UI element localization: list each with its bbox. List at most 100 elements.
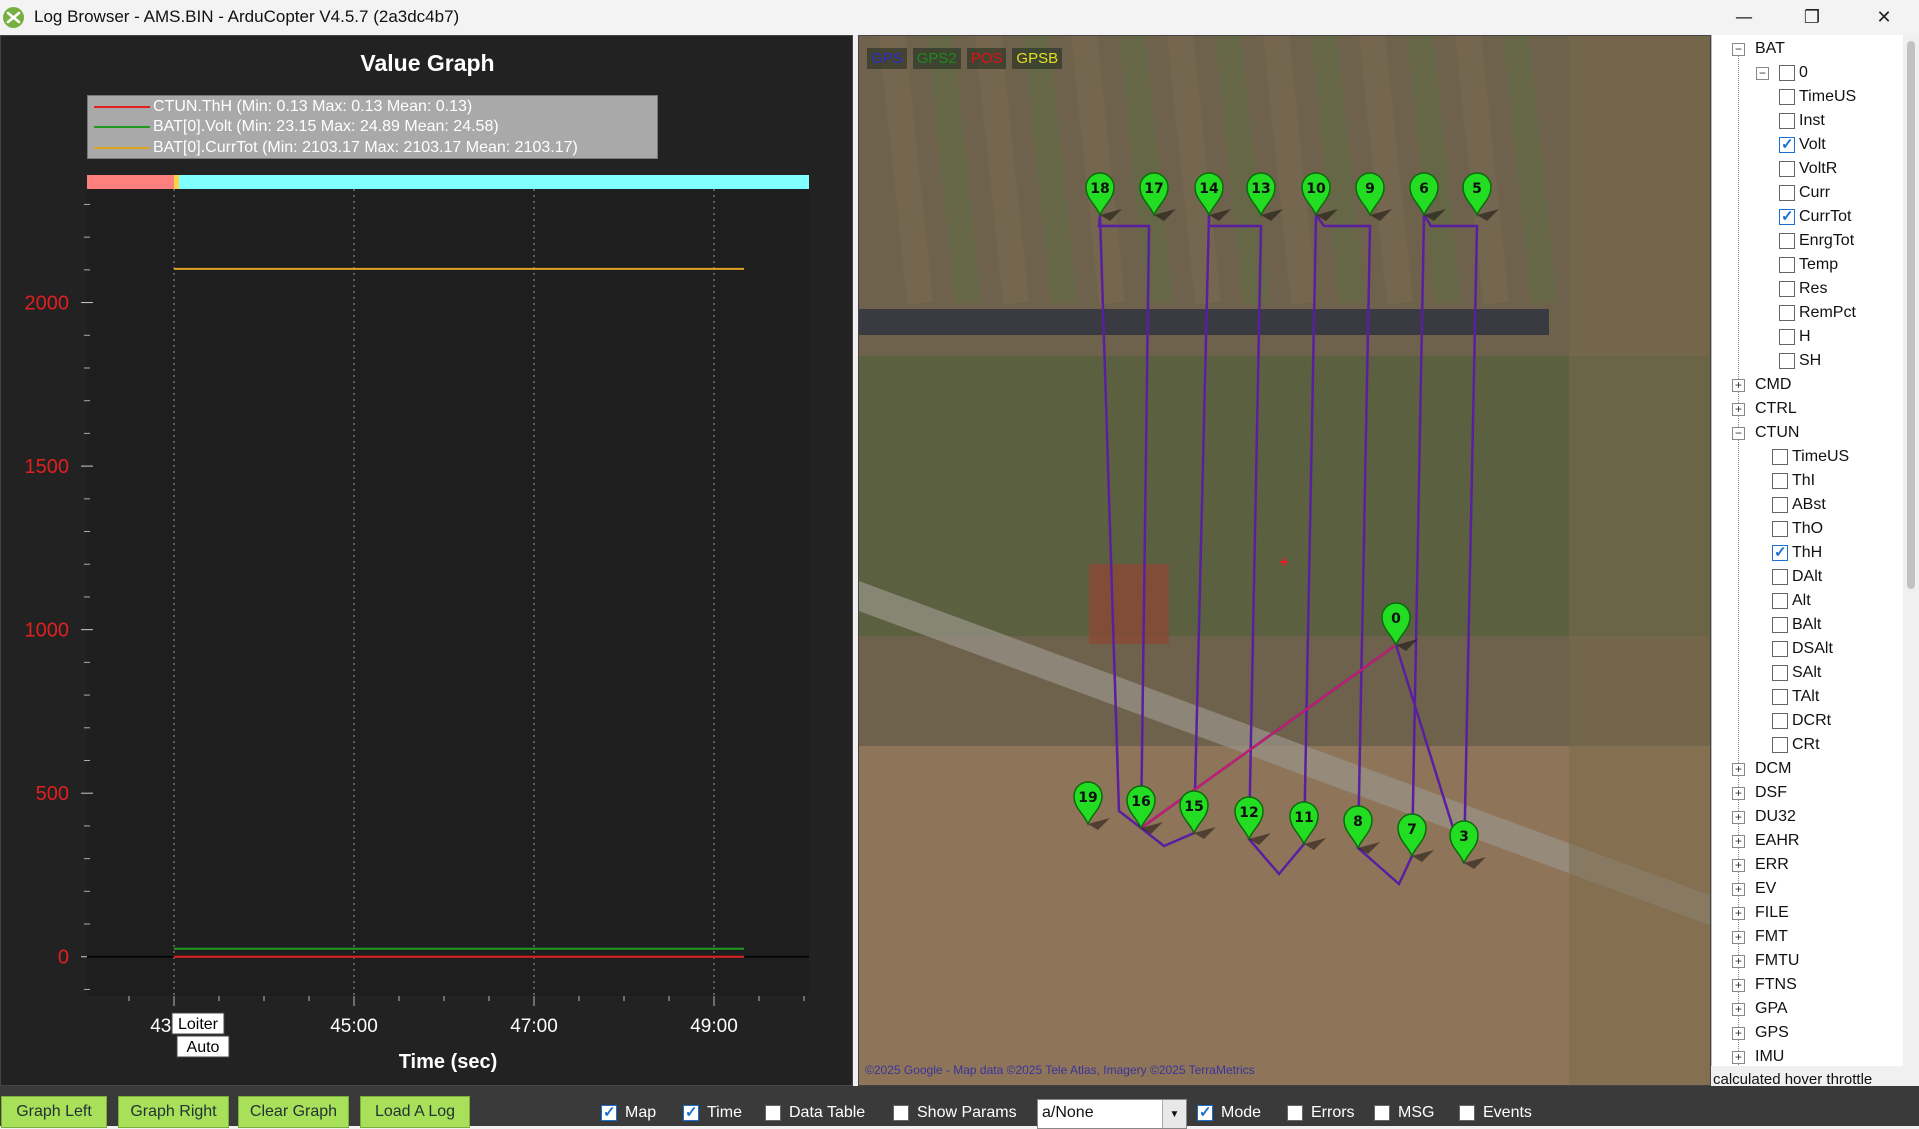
tree-item-timeus[interactable]: TimeUS — [1779, 85, 1856, 109]
tree-checkbox[interactable] — [1779, 113, 1795, 129]
tree-item-eahr[interactable]: + EAHR — [1732, 829, 1799, 853]
minimize-icon[interactable]: — — [1710, 0, 1778, 35]
expand-icon[interactable]: + — [1732, 1050, 1745, 1064]
tree-checkbox[interactable] — [1779, 207, 1795, 225]
tree-item-du32[interactable]: + DU32 — [1732, 805, 1796, 829]
checkbox-box[interactable] — [1287, 1105, 1303, 1121]
clear-graph-button[interactable]: Clear Graph — [238, 1096, 349, 1128]
tree-item-gpa[interactable]: + GPA — [1732, 997, 1788, 1021]
map-checkbox[interactable]: Map — [601, 1103, 656, 1122]
checkbox-box[interactable] — [683, 1103, 699, 1121]
satellite-map[interactable]: 0 3 5 6 7 8 9 10 11 12 13 14 15 16 17 18 19 — [859, 36, 1711, 1086]
checkbox-box[interactable] — [1197, 1103, 1213, 1121]
tree-item-cmd[interactable]: + CMD — [1732, 373, 1791, 397]
tree-checkbox[interactable] — [1779, 161, 1795, 177]
tree-item-curr[interactable]: Curr — [1779, 181, 1830, 205]
tree-item-dalt[interactable]: DAlt — [1772, 565, 1822, 589]
maximize-icon[interactable]: ❐ — [1778, 0, 1846, 35]
tree-checkbox[interactable] — [1779, 305, 1795, 321]
data-table-checkbox[interactable]: Data Table — [765, 1104, 865, 1122]
tree-checkbox[interactable] — [1772, 737, 1788, 753]
expand-icon[interactable]: + — [1732, 378, 1745, 392]
tree-item-talt[interactable]: TAlt — [1772, 685, 1819, 709]
tree-item-thi[interactable]: ThI — [1772, 469, 1815, 493]
close-icon[interactable]: ✕ — [1850, 0, 1918, 35]
mode-checkbox[interactable]: Mode — [1197, 1103, 1261, 1122]
expand-icon[interactable]: + — [1732, 930, 1745, 944]
tree-checkbox[interactable] — [1779, 135, 1795, 153]
tree-item-dsf[interactable]: + DSF — [1732, 781, 1787, 805]
expand-icon[interactable]: + — [1732, 858, 1745, 872]
load-a-log-button[interactable]: Load A Log — [360, 1096, 470, 1128]
tree-scrollbar[interactable] — [1903, 35, 1919, 1066]
tree-item-crt[interactable]: CRt — [1772, 733, 1820, 757]
checkbox-box[interactable] — [1374, 1105, 1390, 1121]
tree-checkbox[interactable] — [1779, 89, 1795, 105]
expand-icon[interactable]: + — [1732, 954, 1745, 968]
tree-item-ctrl[interactable]: + CTRL — [1732, 397, 1797, 421]
checkbox-box[interactable] — [601, 1103, 617, 1121]
tree-item-timeus[interactable]: TimeUS — [1772, 445, 1849, 469]
expand-icon[interactable]: + — [1732, 882, 1745, 896]
msg-checkbox[interactable]: MSG — [1374, 1104, 1434, 1122]
tree-checkbox[interactable] — [1772, 713, 1788, 729]
expand-icon[interactable]: + — [1732, 786, 1745, 800]
tree-item-ftns[interactable]: + FTNS — [1732, 973, 1797, 997]
show-params-checkbox[interactable]: Show Params — [893, 1104, 1017, 1122]
checkbox-box[interactable] — [765, 1105, 781, 1121]
expand-icon[interactable]: + — [1732, 978, 1745, 992]
tree-checkbox[interactable] — [1779, 281, 1795, 297]
tree-checkbox[interactable] — [1772, 497, 1788, 513]
tree-item-currtot[interactable]: CurrTot — [1779, 205, 1851, 229]
scrollbar-thumb[interactable] — [1907, 41, 1915, 589]
checkbox-box[interactable] — [1459, 1105, 1475, 1121]
tree-checkbox[interactable] — [1772, 521, 1788, 537]
value-graph-panel[interactable]: 43:0045:0047:0049:000500100015002000Loit… — [0, 35, 853, 1086]
tree-checkbox[interactable] — [1779, 353, 1795, 369]
tree-checkbox[interactable] — [1772, 449, 1788, 465]
tree-item-bat[interactable]: − BAT — [1732, 37, 1785, 61]
tree-item-temp[interactable]: Temp — [1779, 253, 1838, 277]
mode-select[interactable]: a/None ▼ — [1037, 1099, 1187, 1129]
tree-item-balt[interactable]: BAlt — [1772, 613, 1821, 637]
tree-item-abst[interactable]: ABst — [1772, 493, 1826, 517]
tree-item-salt[interactable]: SAlt — [1772, 661, 1821, 685]
errors-checkbox[interactable]: Errors — [1287, 1104, 1355, 1122]
tree-item-rempct[interactable]: RemPct — [1779, 301, 1856, 325]
collapse-icon[interactable]: − — [1732, 42, 1745, 56]
expand-icon[interactable]: + — [1732, 1002, 1745, 1016]
chevron-down-icon[interactable]: ▼ — [1162, 1100, 1186, 1128]
tree-item-0[interactable]: −0 — [1756, 61, 1808, 85]
tree-item-file[interactable]: + FILE — [1732, 901, 1789, 925]
expand-icon[interactable]: + — [1732, 762, 1745, 776]
tree-checkbox[interactable] — [1779, 233, 1795, 249]
expand-icon[interactable]: + — [1732, 1026, 1745, 1040]
tree-item-res[interactable]: Res — [1779, 277, 1827, 301]
time-checkbox[interactable]: Time — [683, 1103, 742, 1122]
tree-checkbox[interactable] — [1772, 617, 1788, 633]
tree-item-sh[interactable]: SH — [1779, 349, 1821, 373]
collapse-icon[interactable]: − — [1732, 426, 1745, 440]
tree-item-ev[interactable]: + EV — [1732, 877, 1776, 901]
tree-item-volt[interactable]: Volt — [1779, 133, 1826, 157]
tree-checkbox[interactable] — [1772, 473, 1788, 489]
message-tree[interactable]: −BAT−0TimeUSInstVoltVoltRCurrCurrTotEnrg… — [1711, 35, 1919, 1066]
expand-icon[interactable]: + — [1732, 906, 1745, 920]
tree-checkbox[interactable] — [1772, 689, 1788, 705]
graph-right-button[interactable]: Graph Right — [118, 1096, 229, 1128]
tree-checkbox[interactable] — [1772, 641, 1788, 657]
tree-item-err[interactable]: + ERR — [1732, 853, 1789, 877]
tree-item-dcm[interactable]: + DCM — [1732, 757, 1791, 781]
map-panel[interactable]: 0 3 5 6 7 8 9 10 11 12 13 14 15 16 17 18 19 GPS GPS2 POS… — [858, 35, 1711, 1086]
expand-icon[interactable]: + — [1732, 810, 1745, 824]
tree-checkbox[interactable] — [1779, 257, 1795, 273]
tree-item-alt[interactable]: Alt — [1772, 589, 1811, 613]
tree-item-thh[interactable]: ThH — [1772, 541, 1822, 565]
tree-item-ctun[interactable]: − CTUN — [1732, 421, 1799, 445]
plot-area[interactable] — [87, 175, 809, 996]
tree-item-fmt[interactable]: + FMT — [1732, 925, 1788, 949]
events-checkbox[interactable]: Events — [1459, 1104, 1532, 1122]
checkbox-box[interactable] — [893, 1105, 909, 1121]
tree-item-inst[interactable]: Inst — [1779, 109, 1825, 133]
tree-item-imu[interactable]: + IMU — [1732, 1045, 1784, 1066]
